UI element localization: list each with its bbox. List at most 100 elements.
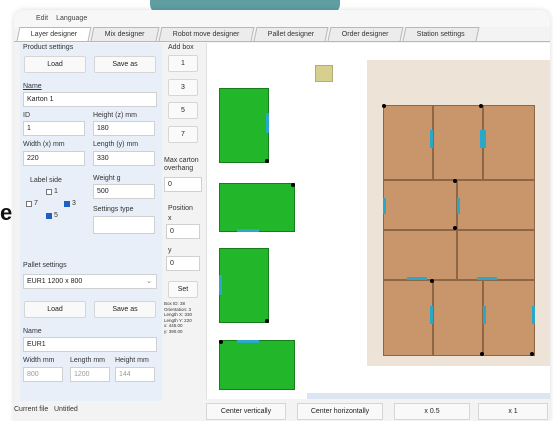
pallet-box[interactable] [433, 280, 483, 356]
pallet-box[interactable] [483, 280, 535, 356]
pallet-width-input[interactable]: 800 [23, 367, 63, 382]
weight-label: Weight g [93, 175, 121, 182]
id-label: ID [23, 112, 30, 119]
label-marker [430, 306, 433, 324]
box-info-text: Box ID: 38 Orientation: 3 Length X: 330 … [164, 301, 193, 334]
add-box-7-button[interactable]: 7 [168, 126, 198, 143]
tab-pallet-designer[interactable]: Pallet designer [253, 27, 329, 41]
pallet-box[interactable] [457, 230, 535, 280]
label-side-1-checkbox[interactable]: 1 [46, 188, 58, 195]
layer-canvas[interactable] [206, 43, 550, 399]
pallet-box[interactable] [383, 230, 457, 280]
pallet-box[interactable] [433, 105, 483, 180]
pallet-box[interactable] [383, 105, 433, 180]
label-marker [266, 113, 269, 133]
center-vertically-button[interactable]: Center vertically [206, 403, 286, 420]
pallet-box[interactable] [383, 280, 433, 356]
menu-language[interactable]: Language [56, 15, 87, 22]
pallet-box[interactable] [457, 180, 535, 230]
add-box-5-button[interactable]: 5 [168, 102, 198, 119]
tab-layer-designer[interactable]: Layer designer [16, 27, 92, 41]
settings-type-label: Settings type [93, 206, 134, 213]
label-side-5-checkbox[interactable]: 5 [46, 212, 58, 219]
menu-bar: Edit Language [14, 10, 550, 27]
name-label: Name [23, 83, 42, 90]
pallet-save-as-button[interactable]: Save as [94, 301, 156, 318]
product-id-input[interactable]: 1 [23, 121, 85, 136]
corner-dot [219, 340, 223, 344]
source-box-5[interactable] [219, 248, 269, 323]
label-marker [430, 130, 433, 148]
settings-type-input[interactable] [93, 216, 155, 234]
source-box-7[interactable] [219, 340, 295, 390]
position-y-input[interactable]: 0 [166, 256, 200, 271]
product-load-button[interactable]: Load [24, 56, 86, 73]
horizontal-scrollbar[interactable] [307, 393, 550, 399]
corner-dot [430, 279, 434, 283]
zoom-one-button[interactable]: x 1 [478, 403, 548, 420]
length-label: Length (y) mm [93, 141, 139, 148]
tab-bar: Layer designer Mix designer Robot move d… [16, 27, 479, 41]
product-weight-input[interactable]: 500 [93, 184, 155, 199]
tab-station-settings[interactable]: Station settings [402, 27, 479, 41]
label-marker [237, 340, 259, 343]
pallet-origin-marker [315, 65, 333, 82]
add-box-panel: Add box 1 3 5 7 Max carton overhang 0 Po… [162, 43, 206, 403]
set-button[interactable]: Set [168, 281, 198, 298]
pallet-height-input[interactable]: 144 [115, 367, 155, 382]
center-horizontally-button[interactable]: Center horizontally [297, 403, 383, 420]
pallet-load-button[interactable]: Load [24, 301, 86, 318]
corner-dot [479, 104, 483, 108]
corner-dot [291, 183, 295, 187]
label-marker [219, 275, 222, 295]
corner-dot [530, 352, 534, 356]
position-label: Position [168, 205, 193, 212]
add-box-1-button[interactable]: 1 [168, 55, 198, 72]
source-box-1[interactable] [219, 88, 269, 163]
position-x-input[interactable]: 0 [166, 224, 200, 239]
product-name-input[interactable]: Karton 1 [23, 92, 157, 107]
pallet-type-select[interactable]: EUR1 1200 x 800 ⌄ [23, 274, 157, 289]
overhang-input[interactable]: 0 [164, 177, 202, 192]
label-marker [483, 130, 486, 148]
source-box-3[interactable] [219, 183, 295, 232]
label-side-7-checkbox[interactable]: 7 [26, 200, 38, 207]
pallet-box[interactable] [483, 105, 535, 180]
product-length-input[interactable]: 330 [93, 151, 155, 166]
corner-dot [265, 159, 269, 163]
app-window: Edit Language Layer designer Mix designe… [14, 10, 550, 421]
current-file-value: Untitled [54, 406, 78, 413]
label-marker [532, 306, 535, 324]
zoom-half-button[interactable]: x 0.5 [394, 403, 470, 420]
pallet-length-label: Length mm [70, 357, 106, 364]
tab-order-designer[interactable]: Order designer [327, 27, 404, 41]
add-box-3-button[interactable]: 3 [168, 79, 198, 96]
product-save-as-button[interactable]: Save as [94, 56, 156, 73]
pallet-height-label: Height mm [115, 357, 149, 364]
label-side-3-checkbox[interactable]: 3 [64, 200, 76, 207]
product-height-input[interactable]: 180 [93, 121, 155, 136]
corner-dot [382, 104, 386, 108]
bottom-bar: Current file Untitled Center vertically … [14, 401, 550, 421]
overhang-label: Max carton overhang [164, 157, 199, 172]
menu-edit[interactable]: Edit [36, 15, 48, 22]
current-file-label: Current file [14, 406, 49, 413]
tab-mix-designer[interactable]: Mix designer [90, 27, 160, 41]
pallet-area [367, 60, 550, 366]
pallet-name-input[interactable]: EUR1 [23, 337, 157, 352]
tab-robot-move-designer[interactable]: Robot move designer [158, 27, 255, 41]
corner-dot [453, 226, 457, 230]
y-label: y [168, 247, 172, 254]
label-marker [237, 229, 259, 232]
height-label: Height (z) mm [93, 112, 137, 119]
pallet-box[interactable] [383, 180, 457, 230]
add-box-title: Add box [168, 44, 194, 51]
label-side-label: Label side [30, 177, 62, 184]
pallet-length-input[interactable]: 1200 [70, 367, 110, 382]
product-width-input[interactable]: 220 [23, 151, 85, 166]
decorative-letter: e [0, 200, 13, 225]
label-marker [477, 277, 497, 280]
settings-panel: Product settings Load Save as Name Karto… [20, 43, 162, 403]
tab-divider [14, 41, 550, 42]
x-label: x [168, 215, 172, 222]
